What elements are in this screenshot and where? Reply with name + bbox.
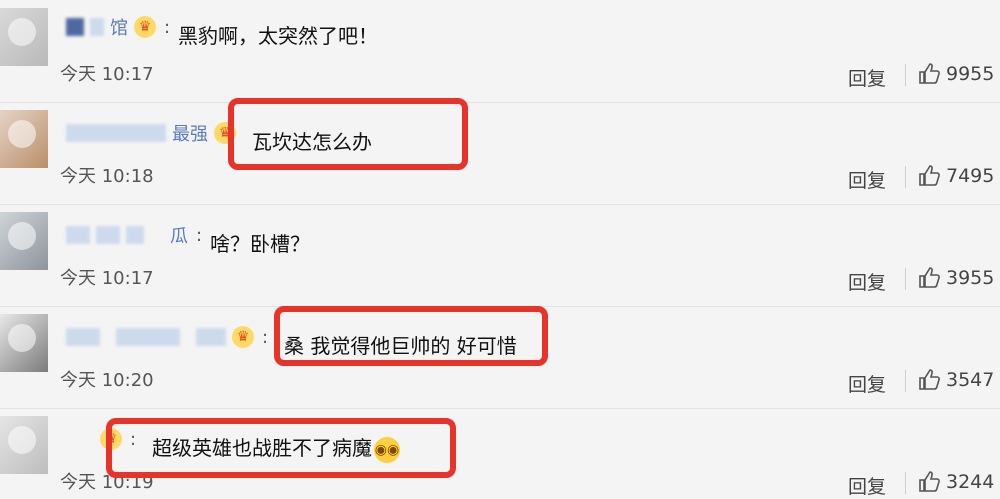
username[interactable]: ♛ : bbox=[66, 322, 268, 352]
comment-text: 啥？卧槽？ bbox=[210, 232, 310, 256]
colon: : bbox=[164, 16, 171, 38]
reply-button[interactable]: 回复 bbox=[848, 472, 886, 499]
highlight-box bbox=[106, 418, 456, 478]
thumbs-up-icon bbox=[918, 164, 942, 188]
divider bbox=[905, 370, 906, 392]
thumbs-up-icon bbox=[918, 368, 942, 392]
like-button[interactable]: 3955 bbox=[918, 266, 994, 290]
reply-button[interactable]: 回复 bbox=[848, 166, 886, 193]
like-button[interactable]: 7495 bbox=[918, 164, 994, 188]
colon: : bbox=[196, 224, 203, 246]
username-text: 最强 bbox=[172, 124, 208, 145]
avatar[interactable] bbox=[0, 416, 48, 474]
blurred-name bbox=[96, 226, 120, 244]
blurred-name bbox=[196, 328, 226, 346]
blurred-name bbox=[90, 18, 104, 36]
timestamp: 今天 10:17 bbox=[60, 64, 154, 85]
avatar[interactable] bbox=[0, 110, 48, 168]
divider bbox=[905, 64, 906, 86]
thumbs-up-icon bbox=[918, 62, 942, 86]
divider bbox=[905, 472, 906, 494]
blurred-name bbox=[116, 328, 180, 346]
username-text: 馆 bbox=[110, 18, 128, 39]
username-text: 瓜 bbox=[170, 226, 188, 247]
divider bbox=[905, 268, 906, 290]
divider bbox=[905, 166, 906, 188]
like-count: 3244 bbox=[946, 471, 995, 493]
username[interactable]: 最强 ♛ bbox=[66, 118, 236, 148]
avatar[interactable] bbox=[0, 314, 48, 372]
blurred-name bbox=[66, 328, 100, 346]
like-count: 7495 bbox=[946, 165, 995, 187]
reply-button[interactable]: 回复 bbox=[848, 64, 886, 91]
thumbs-up-icon bbox=[918, 470, 942, 494]
thumbs-up-icon bbox=[918, 266, 942, 290]
blurred-name bbox=[126, 226, 144, 244]
like-button[interactable]: 3547 bbox=[918, 368, 994, 392]
username[interactable]: 馆 ♛ : bbox=[66, 12, 170, 42]
like-count: 9955 bbox=[946, 63, 995, 85]
colon: : bbox=[262, 326, 269, 348]
comment-text: 黑豹啊，太突然了吧！ bbox=[178, 24, 378, 48]
crown-icon: ♛ bbox=[134, 16, 156, 38]
like-count: 3955 bbox=[946, 267, 995, 289]
comment-item: 瓜 : 啥？卧槽？ 今天 10:17 回复 3955 bbox=[0, 204, 1000, 307]
blurred-name bbox=[66, 18, 84, 36]
highlight-box bbox=[228, 98, 468, 170]
comment-item: 最强 ♛ 瓦坎达怎么办 今天 10:18 回复 7495 bbox=[0, 102, 1000, 205]
highlight-box bbox=[274, 306, 548, 366]
username[interactable]: 瓜 : bbox=[66, 220, 202, 250]
like-button[interactable]: 3244 bbox=[918, 470, 994, 494]
blurred-name bbox=[66, 124, 166, 142]
timestamp: 今天 10:17 bbox=[60, 268, 154, 289]
reply-button[interactable]: 回复 bbox=[848, 268, 886, 295]
like-count: 3547 bbox=[946, 369, 995, 391]
reply-button[interactable]: 回复 bbox=[848, 370, 886, 397]
avatar[interactable] bbox=[0, 8, 48, 66]
timestamp: 今天 10:20 bbox=[60, 370, 154, 391]
avatar[interactable] bbox=[0, 212, 48, 270]
timestamp: 今天 10:18 bbox=[60, 166, 154, 187]
crown-icon: ♛ bbox=[232, 326, 254, 348]
comment-item: 馆 ♛ : 黑豹啊，太突然了吧！ 今天 10:17 回复 9955 bbox=[0, 0, 1000, 103]
blurred-name bbox=[66, 226, 90, 244]
like-button[interactable]: 9955 bbox=[918, 62, 994, 86]
